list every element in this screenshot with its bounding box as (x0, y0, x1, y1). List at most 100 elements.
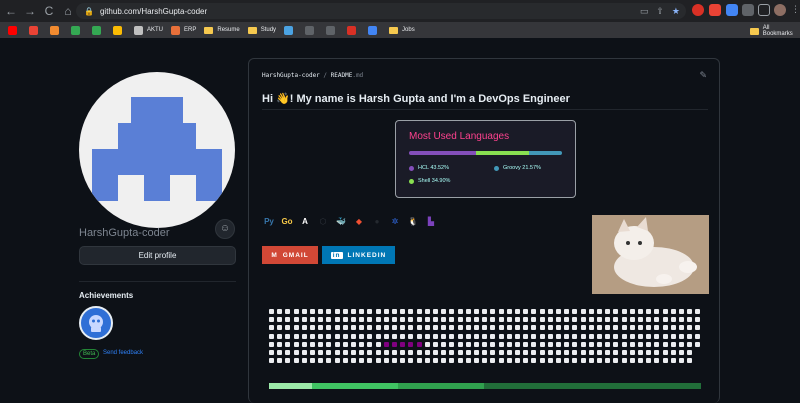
extensions-puzzle-icon[interactable] (742, 4, 754, 16)
contribution-cell (326, 333, 332, 339)
leaf-icon (71, 25, 80, 35)
contribution-cell (580, 309, 586, 314)
gmail-label: GMAIL (282, 251, 309, 259)
contribution-cell (547, 309, 553, 314)
extension-red-icon[interactable] (692, 4, 704, 16)
extension-camera-icon[interactable] (709, 4, 721, 16)
contribution-cell (588, 350, 594, 355)
contribution-cell (556, 341, 561, 347)
url-text: github.com/HarshGupta-coder (99, 6, 208, 16)
menu-dots-icon[interactable]: ⋮ (791, 4, 800, 15)
edit-profile-button[interactable]: Edit profile (79, 246, 236, 265)
contribution-cell (695, 325, 701, 331)
contribution-cell (310, 309, 315, 314)
contribution-cell (605, 358, 611, 364)
bookmark-item[interactable] (50, 23, 63, 37)
contribution-cell (351, 358, 356, 364)
contribution-cell (490, 341, 496, 347)
contribution-cell (367, 358, 373, 364)
contribution-cell (408, 333, 414, 339)
contribution-cell (564, 325, 570, 331)
screencast-icon[interactable]: ▭ (640, 5, 649, 17)
contribution-cell (408, 358, 414, 364)
bookmark-item[interactable]: Resume (204, 23, 240, 37)
bookmark-item[interactable] (368, 23, 381, 37)
bookmark-item[interactable]: ERP (171, 23, 196, 37)
git-icon: ◆ (355, 216, 363, 226)
address-bar[interactable]: 🔒 github.com/HarshGupta-coder ▭ ⇪ ★ (76, 3, 686, 19)
bookmark-item[interactable] (284, 23, 297, 37)
language-bar-segment (475, 151, 529, 155)
contribution-cell (334, 325, 340, 331)
bookmark-item[interactable] (305, 23, 318, 37)
contribution-cell (408, 325, 414, 331)
bookmarks-bar: AKTU ERP Resume Study Jobs (0, 22, 800, 38)
contribution-cell (457, 350, 463, 355)
contribution-cell (318, 317, 324, 323)
contribution-cell (359, 317, 365, 323)
contribution-cell (433, 309, 438, 314)
contribution-cell (301, 350, 307, 355)
contribution-cell (482, 309, 488, 314)
browser-icon (113, 25, 122, 35)
readme-file-ext: .md (352, 72, 364, 79)
contribution-cell (506, 309, 512, 314)
forward-button[interactable]: → (22, 3, 38, 19)
bookmark-item[interactable] (113, 23, 126, 37)
contribution-cell (334, 317, 340, 323)
contribution-cell (301, 358, 307, 364)
bookmark-item[interactable]: AKTU (134, 23, 163, 37)
extension-translate-icon[interactable] (726, 4, 738, 16)
contribution-cell (457, 317, 463, 323)
contribution-cell (277, 341, 283, 347)
bookmark-item[interactable]: Jobs (389, 23, 415, 37)
achievement-badge[interactable] (79, 306, 113, 340)
bookmark-item[interactable] (326, 23, 339, 37)
contribution-cell (433, 350, 438, 355)
set-status-button[interactable]: ☺ (215, 219, 235, 239)
heading-divider (262, 109, 708, 110)
profile-avatar[interactable] (79, 72, 235, 228)
bookmark-item[interactable] (71, 23, 84, 37)
contribution-cell (351, 317, 356, 323)
contribution-cell (342, 358, 348, 364)
contribution-cell (679, 317, 684, 323)
reload-button[interactable]: C (41, 3, 57, 19)
contribution-cell (269, 325, 274, 331)
share-icon[interactable]: ⇪ (656, 5, 664, 17)
bookmark-star-icon[interactable]: ★ (672, 5, 680, 17)
sidebar-icon[interactable] (758, 4, 770, 16)
contribution-cell (433, 317, 438, 323)
edit-readme-pencil-icon[interactable]: ✎ (699, 70, 707, 81)
contribution-cell (318, 333, 324, 339)
contribution-cell (531, 317, 537, 323)
bookmark-item[interactable] (29, 23, 42, 37)
contribution-cell (597, 309, 602, 314)
profile-avatar-icon[interactable] (774, 4, 786, 16)
contribution-cell (392, 358, 397, 364)
readme-owner-link[interactable]: HarshGupta-coder (262, 72, 320, 79)
contribution-cell (580, 350, 586, 355)
bookmark-item[interactable] (92, 23, 105, 37)
send-feedback-link[interactable]: Send feedback (103, 350, 143, 356)
contribution-cell (326, 341, 332, 347)
contribution-cell (605, 309, 611, 314)
contribution-cell (293, 350, 299, 355)
linkedin-badge-link[interactable]: in LINKEDIN (322, 246, 395, 264)
contribution-cell (539, 350, 545, 355)
bookmark-item[interactable] (8, 23, 21, 37)
home-button[interactable]: ⌂ (60, 3, 76, 19)
all-bookmarks-link[interactable]: All Bookmarks (750, 25, 800, 37)
contribution-cell (646, 350, 652, 355)
contribution-cell (638, 325, 643, 331)
contribution-cell (474, 350, 479, 355)
contribution-cell (318, 350, 324, 355)
back-button[interactable]: ← (3, 3, 19, 19)
contribution-cell (408, 350, 414, 355)
contribution-cell (695, 309, 701, 314)
contribution-cell (392, 309, 397, 314)
bookmark-item[interactable] (347, 23, 360, 37)
contribution-cell (482, 325, 488, 331)
gmail-badge-link[interactable]: M GMAIL (262, 246, 318, 264)
bookmark-item[interactable]: Study (247, 23, 276, 37)
